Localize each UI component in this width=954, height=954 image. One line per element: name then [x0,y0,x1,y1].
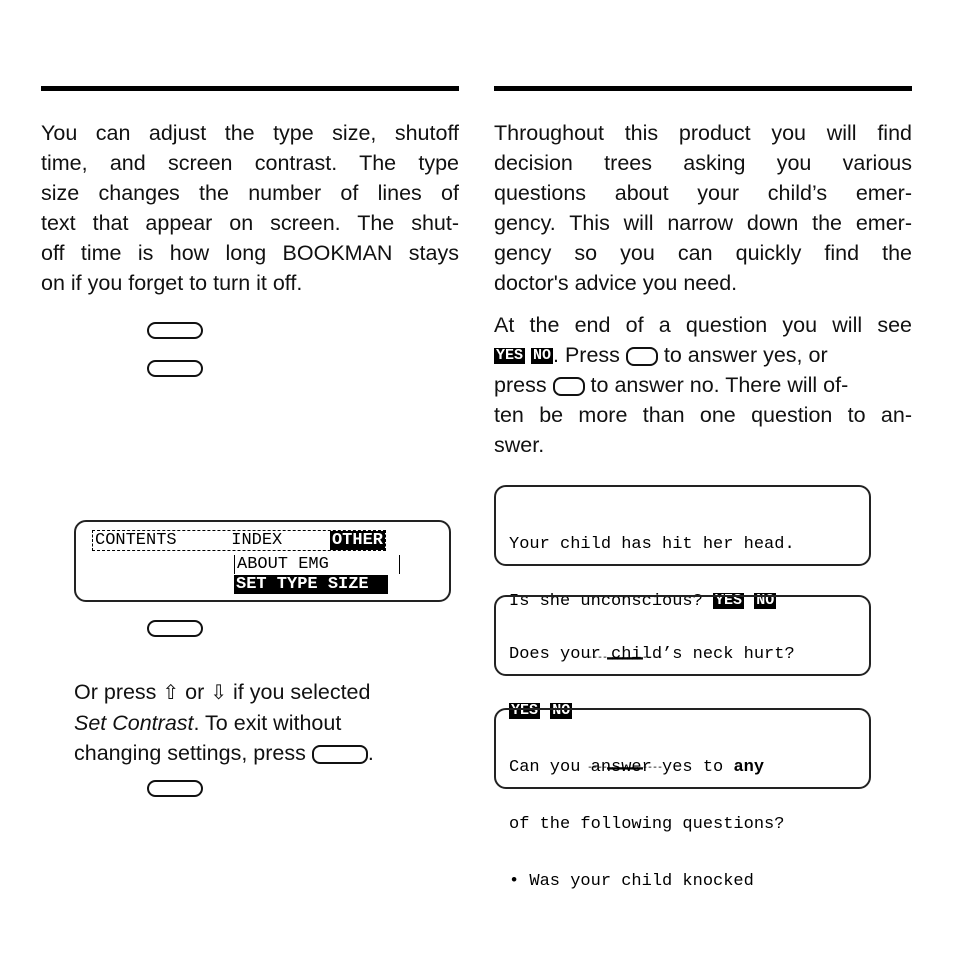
text: if you selected [233,680,371,704]
text-line: Throughout this product you will find [494,121,912,145]
menu-bar: CONTENTS INDEX OTHER [92,530,386,551]
emphasis-word: any [733,758,765,777]
screen-line: Does your child’s neck hurt? [509,645,795,664]
key-button-icon [147,620,203,637]
text-line: questions about your child’s emer- [494,181,912,205]
text: . To exit without [193,711,342,735]
menu-item-index: INDEX [231,531,283,550]
submenu-item-set-type-size: SET TYPE SIZE [234,575,388,594]
menu-item-other: OTHER [329,531,385,550]
screen-line: Your child has hit her head. [509,535,795,554]
screen-line: Can you answer yes to [509,758,724,777]
text: . Press [553,343,620,367]
screen-any-questions: Can you answer yes to any of the followi… [494,708,871,891]
text-line: gency so you can quickly find the [494,241,912,265]
text-line: text that appear on screen. The shut- [41,211,459,235]
yes-key-icon [625,346,658,366]
menu-screen: CONTENTS INDEX OTHER ABOUT EMG SET TYPE … [74,520,451,602]
menu-item-contents: CONTENTS [95,531,177,550]
key-button-icon [147,322,203,339]
screen-line: of the following questions? [509,815,785,834]
key-button-icon [311,744,368,764]
text-line: time, and screen contrast. The type [41,151,459,175]
text: press [494,373,547,397]
screen-head-injury: Your child has hit her head. Is she unco… [494,485,871,664]
text-line: off time is how long BOOKMAN stays [41,241,459,265]
text: to answer no. There will of- [590,373,849,397]
text-line: ten be more than one question to an- [494,403,912,427]
set-contrast-label: Set Contrast [74,711,194,735]
left-contrast-paragraph: Or press ⇧ or ⇩ if you selected Set Cont… [74,677,464,768]
text-line: swer. [494,433,545,457]
text: to answer yes, or [663,343,828,367]
text: . [367,741,374,765]
up-arrow-icon: ⇧ [162,682,180,704]
screen-neck-hurt: Does your child’s neck hurt? YES NO ----… [494,595,871,774]
section-rule-left [41,86,459,91]
no-tag: NO [531,347,554,365]
text: Or press [74,680,157,704]
no-key-icon [552,376,585,396]
text-line: At the end of a question you will see [494,313,912,337]
text-line: decision trees asking you various [494,151,912,175]
text-line: gency. This will narrow down the emer- [494,211,912,235]
yes-tag: YES [494,347,526,365]
text-line: You can adjust the type size, shutoff [41,121,459,145]
text-line: on if you forget to turn it off. [41,271,303,295]
text: changing settings, press [74,741,306,765]
manual-page: You can adjust the type size, shutoff ti… [0,0,954,954]
screen-line: • Was your child knocked [509,872,754,891]
key-button-icon [147,360,203,377]
section-rule-right [494,86,912,91]
down-arrow-icon: ⇩ [210,682,228,704]
left-intro-paragraph: You can adjust the type size, shutoff ti… [41,118,459,298]
right-intro-paragraph: Throughout this product you will find de… [494,118,912,298]
right-question-paragraph: At the end of a question you will see YE… [494,310,912,460]
submenu-item-about: ABOUT EMG [234,555,400,574]
text: or [185,680,205,704]
key-button-icon [147,780,203,797]
text-line: size changes the number of lines of [41,181,459,205]
text-line: doctor's advice you need. [494,271,738,295]
